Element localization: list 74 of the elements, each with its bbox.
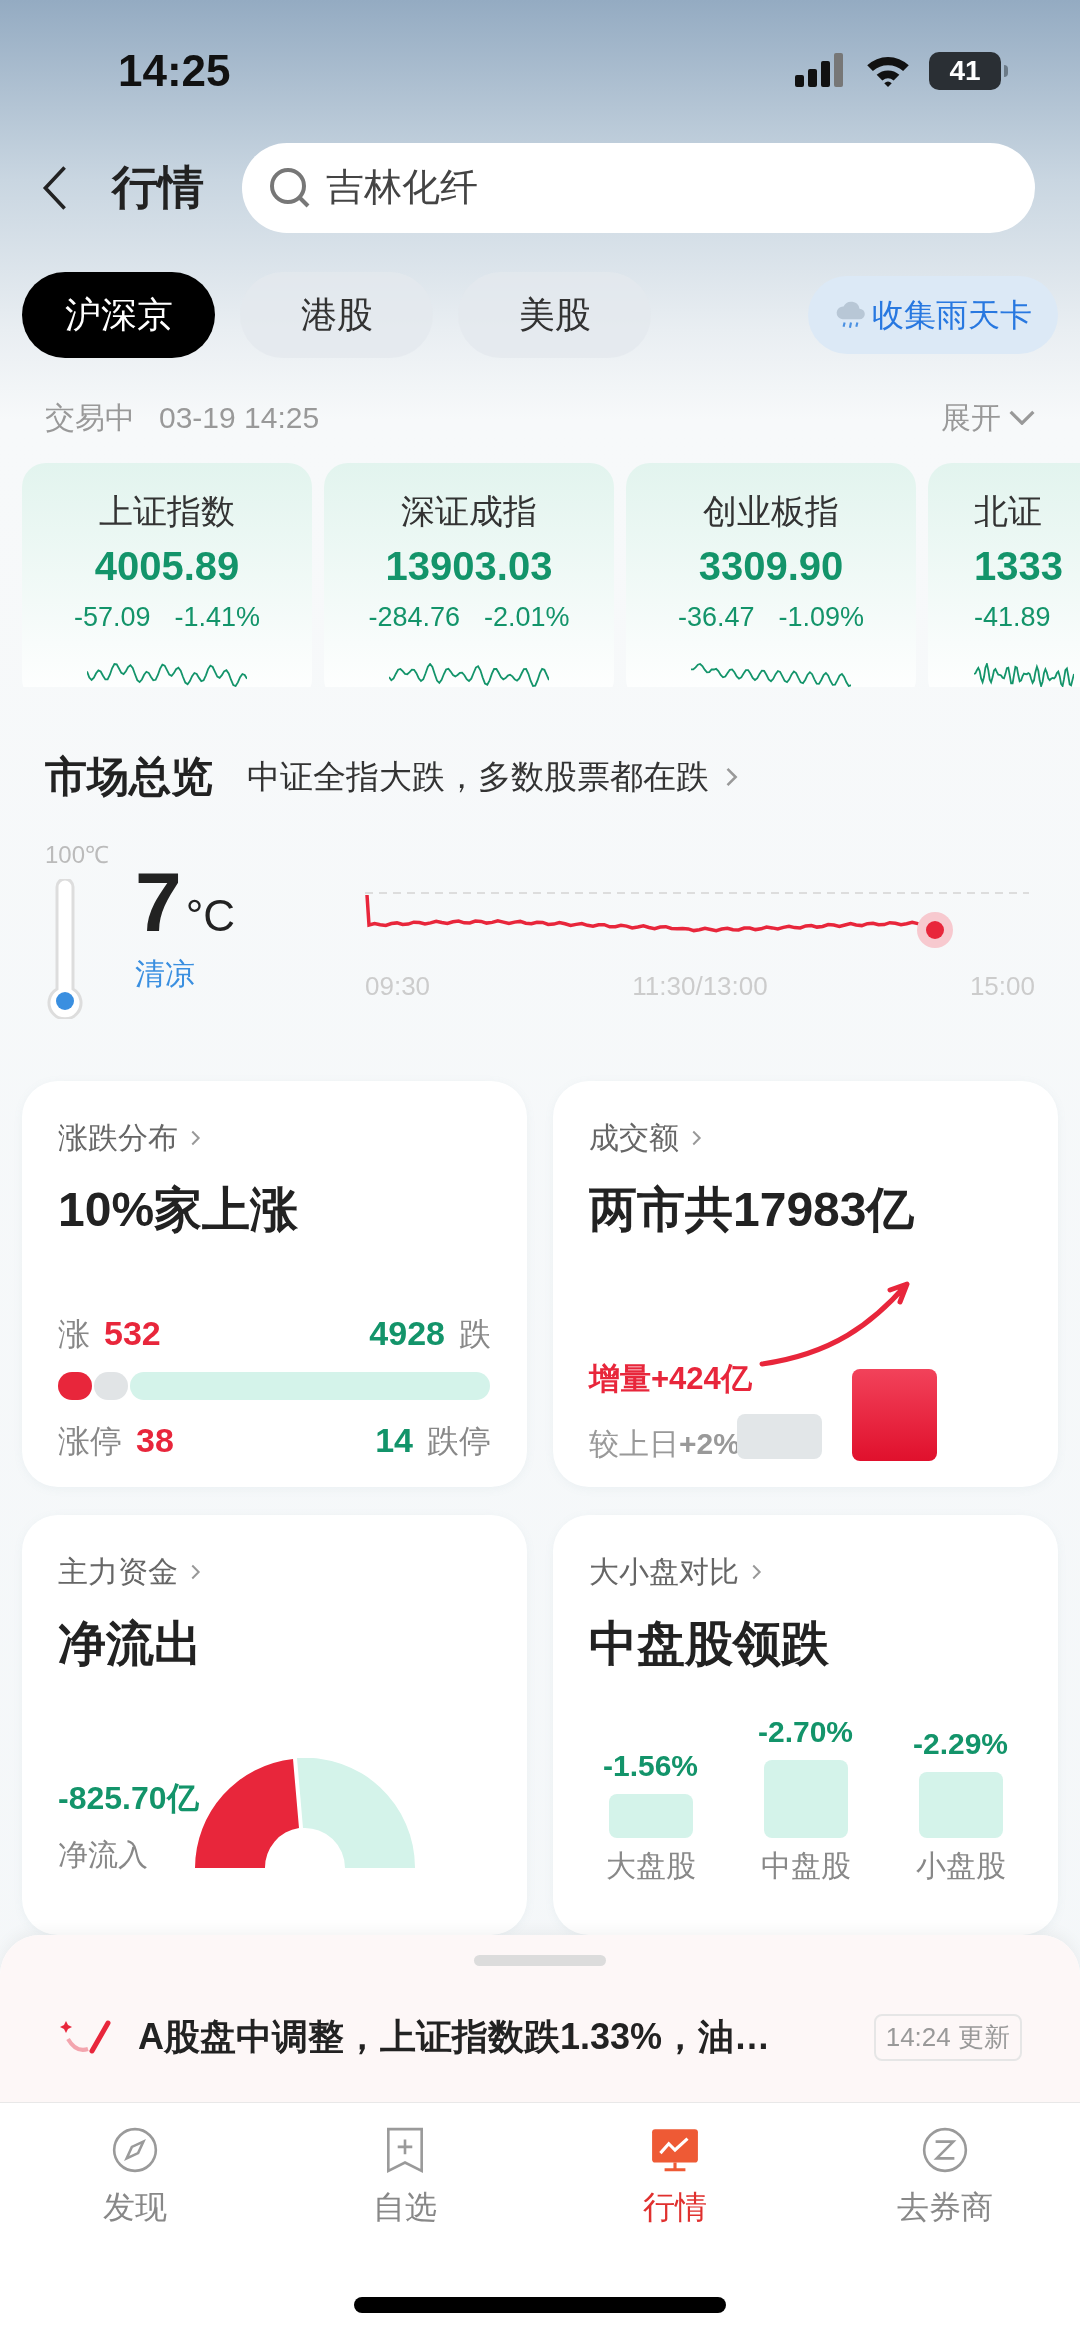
index-value: 1333 bbox=[974, 542, 1063, 590]
card-headline: 中盘股领跌 bbox=[589, 1616, 830, 1672]
index-change: -284.76 bbox=[368, 600, 460, 634]
index-name: 上证指数 bbox=[99, 490, 235, 532]
index-change: -36.47 bbox=[677, 600, 755, 634]
fall-count: 4928 bbox=[369, 1313, 445, 1354]
turnover-compare: 较上日+2% bbox=[589, 1425, 741, 1462]
card-title[interactable]: 主力资金 bbox=[58, 1549, 178, 1594]
limit-up-count: 38 bbox=[136, 1420, 174, 1461]
group-name: 大盘股 bbox=[605, 1848, 696, 1884]
group-change: -2.70% bbox=[757, 1714, 854, 1750]
net-flow-label: 净流入 bbox=[58, 1837, 149, 1873]
nav-tab[interactable]: 去券商 bbox=[810, 2125, 1080, 2231]
sheet-handle[interactable] bbox=[474, 1955, 606, 1966]
temperature-value: 7 bbox=[135, 856, 182, 947]
nav-tab[interactable]: 自选 bbox=[270, 2125, 540, 2231]
index-change: -57.09 bbox=[73, 600, 151, 634]
index-value: 3309.90 bbox=[698, 542, 844, 590]
card-headline: 两市共17983亿 bbox=[589, 1182, 916, 1238]
temperature-unit: °C bbox=[185, 889, 236, 942]
group-change: -2.29% bbox=[912, 1726, 1009, 1762]
search-icon bbox=[270, 167, 310, 208]
card-title[interactable]: 涨跌分布 bbox=[58, 1115, 178, 1160]
index-card[interactable]: 上证指数 4005.89 -57.09 -1.41% bbox=[22, 462, 312, 687]
index-card[interactable]: 创业板指 3309.90 -36.47 -1.09% bbox=[626, 462, 916, 687]
news-headline[interactable]: A股盘中调整，上证指数跌1.33%，油… bbox=[138, 2010, 771, 2064]
trading-time: 03-19 14:25 bbox=[159, 400, 320, 437]
card-headline: 10%家上涨 bbox=[58, 1182, 300, 1238]
group-change: -1.56% bbox=[602, 1748, 699, 1784]
index-value: 4005.89 bbox=[94, 542, 240, 590]
market-tab[interactable]: 沪深京 bbox=[22, 272, 215, 359]
compass-icon bbox=[110, 2125, 160, 2175]
index-value: 13903.03 bbox=[385, 542, 553, 590]
battery-indicator: 41 bbox=[929, 51, 1001, 90]
card-title[interactable]: 大小盘对比 bbox=[589, 1549, 739, 1594]
index-percent: -2.01% bbox=[484, 600, 570, 634]
market-tab[interactable]: 港股 bbox=[240, 272, 433, 359]
sparkle-slash-icon bbox=[58, 2017, 114, 2057]
index-card[interactable]: 北证 1333 -41.89 bbox=[928, 462, 1080, 687]
section-title: 市场总览 bbox=[45, 752, 213, 803]
rise-count: 532 bbox=[104, 1313, 161, 1354]
index-percent: -1.41% bbox=[174, 600, 261, 634]
turnover-increase: 增量+424亿 bbox=[589, 1360, 752, 1398]
z-circle-icon bbox=[920, 2125, 970, 2175]
temperature-mood: 清凉 bbox=[135, 955, 196, 992]
group-name: 小盘股 bbox=[915, 1848, 1006, 1884]
fall-label: 跌 bbox=[459, 1314, 491, 1354]
rise-label: 涨 bbox=[58, 1314, 90, 1354]
limit-down-label: 跌停 bbox=[427, 1421, 491, 1461]
thermometer-icon bbox=[47, 878, 83, 1019]
market-summary[interactable]: 中证全指大跌，多数股票都在跌 bbox=[247, 751, 709, 802]
collect-card-button[interactable]: 收集雨天卡 bbox=[808, 276, 1058, 355]
card-headline: 净流出 bbox=[58, 1616, 203, 1672]
index-name: 创业板指 bbox=[703, 490, 839, 532]
card-title[interactable]: 成交额 bbox=[589, 1115, 679, 1160]
index-card[interactable]: 深证成指 13903.03 -284.76 -2.01% bbox=[324, 462, 614, 687]
update-time-badge: 14:24 更新 bbox=[873, 2013, 1022, 2061]
group-name: 中盘股 bbox=[760, 1848, 851, 1884]
nav-tab[interactable]: 发现 bbox=[0, 2125, 270, 2231]
limit-up-label: 涨停 bbox=[58, 1421, 122, 1461]
trading-status: 交易中 bbox=[45, 400, 135, 437]
index-change: -41.89 bbox=[974, 600, 1051, 634]
search-field[interactable]: 吉林化纤 bbox=[242, 142, 1035, 233]
market-tab[interactable]: 美股 bbox=[458, 272, 651, 359]
index-percent: -1.09% bbox=[778, 600, 865, 634]
net-flow-amount: -825.70亿 bbox=[58, 1779, 199, 1818]
status-time: 14:25 bbox=[118, 44, 231, 97]
page-title: 行情 bbox=[112, 160, 204, 216]
chevron-down-icon bbox=[1009, 410, 1035, 426]
scale-max-label: 100℃ bbox=[45, 839, 111, 870]
index-name: 深证成指 bbox=[401, 490, 537, 532]
nav-tab[interactable]: 行情 bbox=[540, 2125, 810, 2231]
index-name: 北证 bbox=[974, 490, 1042, 532]
limit-down-count: 14 bbox=[375, 1420, 413, 1461]
